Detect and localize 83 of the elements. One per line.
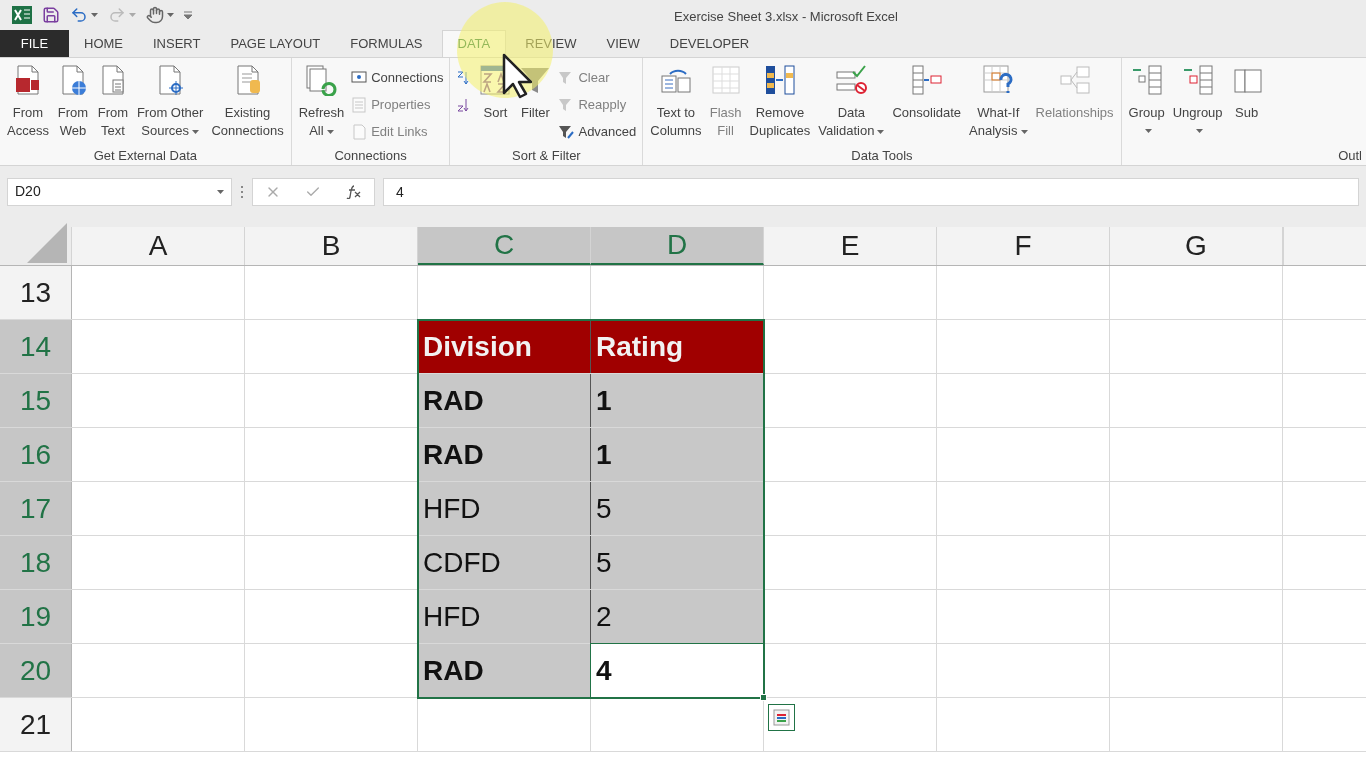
caret-icon [1020, 129, 1028, 134]
table-cell[interactable]: RAD [418, 644, 591, 697]
table-cell[interactable]: RAD [418, 374, 591, 427]
consolidate-icon [910, 64, 943, 96]
ribbon-button[interactable]: Refresh All [295, 64, 348, 140]
ribbon-button[interactable]: Ungroup [1169, 64, 1226, 140]
ribbon-small-button[interactable]: Advanced [558, 120, 637, 144]
ribbon-button[interactable]: What-If Analysis [966, 64, 1031, 140]
caret-icon [167, 13, 174, 17]
ribbon-tab[interactable]: INSERT [138, 30, 216, 57]
ribbon-button[interactable]: Group [1125, 64, 1168, 140]
caret-icon [326, 129, 334, 134]
group-label: Outl [1337, 147, 1362, 164]
table-cell[interactable]: 1 [591, 428, 764, 481]
properties-icon [351, 97, 368, 113]
column-header[interactable]: A [72, 227, 245, 265]
advanced-filter-icon [558, 124, 575, 140]
ribbon-button[interactable]: Text to Columns [647, 64, 705, 140]
file-tab[interactable]: FILE [0, 30, 69, 57]
fill-handle[interactable] [760, 694, 767, 701]
ribbon-button[interactable]: Consolidate [889, 64, 965, 122]
touch-mode-icon[interactable] [146, 6, 164, 24]
window-title: Exercise Sheet 3.xlsx - Microsoft Excel [674, 8, 898, 26]
ribbon-tab[interactable]: VIEW [591, 30, 655, 57]
save-icon[interactable] [42, 6, 60, 24]
table-cell[interactable]: RAD [418, 428, 591, 481]
connections-icon [351, 70, 368, 86]
ribbon-button[interactable]: From Text [93, 64, 132, 140]
ribbon-button[interactable]: Remove Duplicates [746, 64, 814, 140]
caret-icon [1144, 129, 1152, 133]
group-label: Sort & Filter [511, 147, 582, 164]
drag-handle-icon[interactable] [240, 184, 244, 199]
group-label: Data Tools [850, 147, 914, 164]
ribbon-button[interactable]: Sub [1227, 64, 1266, 122]
group-label: Connections [333, 147, 408, 164]
table-cell[interactable]: 2 [591, 590, 764, 643]
quick-analysis-icon[interactable] [768, 704, 795, 731]
ribbon-button[interactable]: Data Validation [815, 64, 888, 140]
column-header[interactable]: F [937, 227, 1110, 265]
relationships-icon [1058, 64, 1091, 96]
column-header[interactable]: G [1110, 227, 1283, 265]
customize-icon[interactable] [184, 11, 192, 19]
ribbon-button[interactable]: Existing Connections [208, 64, 287, 140]
spreadsheet-logo-icon[interactable] [12, 6, 32, 24]
duplicates-icon [763, 64, 796, 96]
table-cell[interactable]: 5 [591, 482, 764, 535]
row-header[interactable]: 21 [0, 698, 72, 751]
group-rows-icon [1130, 64, 1163, 96]
ribbon-tab[interactable]: HOME [69, 30, 138, 57]
group-label: Get External Data [92, 147, 198, 164]
table-cell[interactable]: Division [418, 320, 591, 373]
ungroup-rows-icon [1181, 64, 1214, 96]
formula-field[interactable]: 4 [383, 177, 1359, 206]
table-cell[interactable]: 5 [591, 536, 764, 589]
ribbon-button[interactable]: From Other Sources [133, 64, 207, 140]
caret-icon [877, 129, 885, 134]
table-cell[interactable]: CDFD [418, 536, 591, 589]
table-cell[interactable]: HFD [418, 482, 591, 535]
ribbon-tab[interactable]: PAGE LAYOUT [215, 30, 336, 57]
ribbon-tab[interactable]: FORMULAS [335, 30, 438, 57]
table-cell[interactable]: 1 [591, 374, 764, 427]
name-box[interactable]: D20 [7, 177, 232, 206]
function-icon[interactable] [345, 184, 362, 199]
table-icon [709, 64, 742, 96]
table-cell[interactable]: HFD [418, 590, 591, 643]
caret-icon [1195, 129, 1203, 133]
table-cell[interactable]: Rating [591, 320, 764, 373]
row-header[interactable]: 13 [0, 266, 72, 319]
ribbon-small-button[interactable]: Connections [351, 66, 444, 90]
question-grid-icon [982, 64, 1015, 96]
refresh-icon [305, 64, 338, 96]
undo-icon[interactable] [70, 6, 88, 24]
column-header[interactable]: B [245, 227, 418, 265]
column-header[interactable]: E [764, 227, 937, 265]
caret-icon [129, 13, 136, 17]
ribbon-button[interactable]: From Access [4, 64, 52, 140]
link-document-icon [351, 124, 368, 140]
caret-icon [192, 129, 199, 134]
ribbon-tab[interactable]: DEVELOPER [654, 30, 765, 57]
validation-icon [835, 64, 868, 96]
caret-icon [91, 13, 98, 17]
caret-icon [217, 189, 224, 194]
ribbon-button[interactable]: From Web [53, 64, 92, 140]
